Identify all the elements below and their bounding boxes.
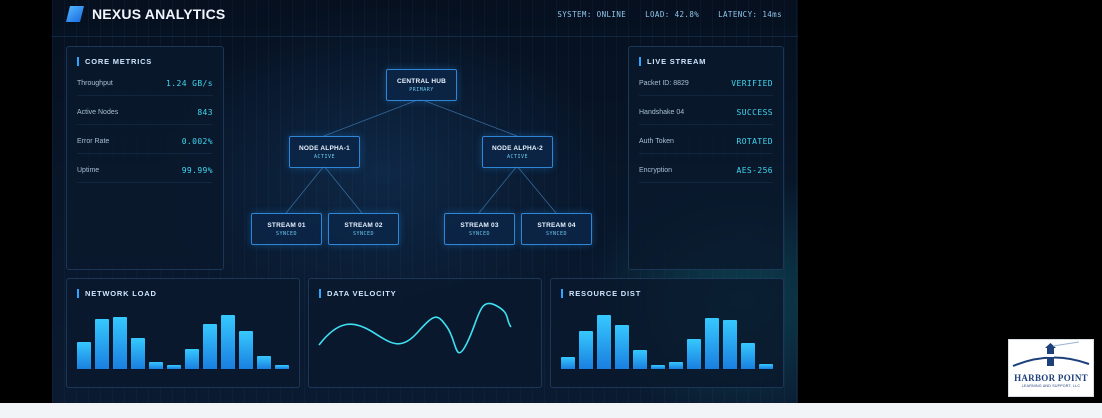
- link-hub-alpha2: [419, 98, 518, 137]
- central-hub-node[interactable]: CENTRAL HUB PRIMARY: [386, 69, 457, 101]
- node-alpha-1[interactable]: NODE ALPHA-1 ACTIVE: [289, 136, 360, 168]
- link-alpha2-stream04: [516, 165, 557, 214]
- harbor-point-logo: HARBOR POINT LEARNING AND SUPPORT, LLC: [1008, 339, 1094, 397]
- network-load-bar: [221, 315, 235, 369]
- resource-dist-bars: [561, 313, 773, 369]
- resource-dist-bar: [741, 343, 755, 369]
- network-load-bar: [131, 338, 145, 369]
- link-alpha2-stream03: [478, 165, 518, 214]
- resource-dist-bar: [705, 318, 719, 369]
- resource-dist-panel: RESOURCE DIST: [550, 278, 784, 388]
- network-load-bars: [77, 313, 289, 369]
- stream-node-02[interactable]: STREAM 02 SYNCED: [328, 213, 399, 245]
- stream-node-04[interactable]: STREAM 04 SYNCED: [521, 213, 592, 245]
- stream-node-01[interactable]: STREAM 01 SYNCED: [251, 213, 322, 245]
- node-status: SYNCED: [275, 231, 298, 237]
- node-status: SYNCED: [468, 231, 491, 237]
- data-velocity-panel: DATA VELOCITY: [308, 278, 542, 388]
- velocity-line: [318, 302, 512, 354]
- node-status: ACTIVE: [506, 154, 529, 160]
- node-title: NODE ALPHA-2: [492, 145, 543, 152]
- network-load-bar: [167, 365, 181, 369]
- node-title: STREAM 02: [344, 222, 383, 229]
- dashboard: NEXUS ANALYTICS SYSTEM: ONLINE LOAD: 42.…: [52, 0, 798, 403]
- network-load-bar: [275, 365, 289, 369]
- velocity-wave: [318, 302, 512, 354]
- network-load-panel: NETWORK LOAD: [66, 278, 300, 388]
- resource-dist-bar: [597, 315, 611, 369]
- resource-dist-bar: [579, 331, 593, 369]
- node-title: STREAM 03: [460, 222, 499, 229]
- node-status: PRIMARY: [409, 87, 434, 93]
- node-alpha-2[interactable]: NODE ALPHA-2 ACTIVE: [482, 136, 553, 168]
- resource-dist-bar: [687, 339, 701, 369]
- network-load-bar: [149, 362, 163, 369]
- network-load-bar: [113, 317, 127, 369]
- network-load-bar: [203, 324, 217, 369]
- node-title: CENTRAL HUB: [396, 78, 447, 85]
- resource-dist-bar: [633, 350, 647, 369]
- resource-dist-bar: [723, 320, 737, 369]
- network-load-bar: [257, 356, 271, 369]
- logo-subtext: LEARNING AND SUPPORT, LLC: [1021, 384, 1081, 388]
- link-hub-alpha1: [323, 98, 421, 137]
- network-load-bar: [185, 349, 199, 369]
- node-title: STREAM 04: [537, 222, 576, 229]
- logo-text: HARBOR POINT: [1014, 373, 1088, 383]
- page-bottom-strip: [0, 403, 1102, 418]
- node-status: ACTIVE: [313, 154, 336, 160]
- link-alpha1-stream02: [323, 165, 363, 214]
- resource-dist-bar: [651, 365, 665, 369]
- lighthouse-icon: [1012, 341, 1090, 367]
- network-load-title: NETWORK LOAD: [77, 289, 157, 298]
- node-status: SYNCED: [352, 231, 375, 237]
- node-title: NODE ALPHA-1: [299, 145, 350, 152]
- resource-dist-bar: [561, 357, 575, 369]
- network-load-bar: [77, 342, 91, 369]
- network-load-bar: [95, 319, 109, 369]
- resource-dist-title: RESOURCE DIST: [561, 289, 641, 298]
- resource-dist-bar: [615, 325, 629, 369]
- stream-node-03[interactable]: STREAM 03 SYNCED: [444, 213, 515, 245]
- node-status: SYNCED: [545, 231, 568, 237]
- network-load-bar: [239, 331, 253, 369]
- link-alpha1-stream01: [285, 165, 325, 214]
- node-title: STREAM 01: [267, 222, 306, 229]
- resource-dist-bar: [759, 364, 773, 369]
- resource-dist-bar: [669, 362, 683, 369]
